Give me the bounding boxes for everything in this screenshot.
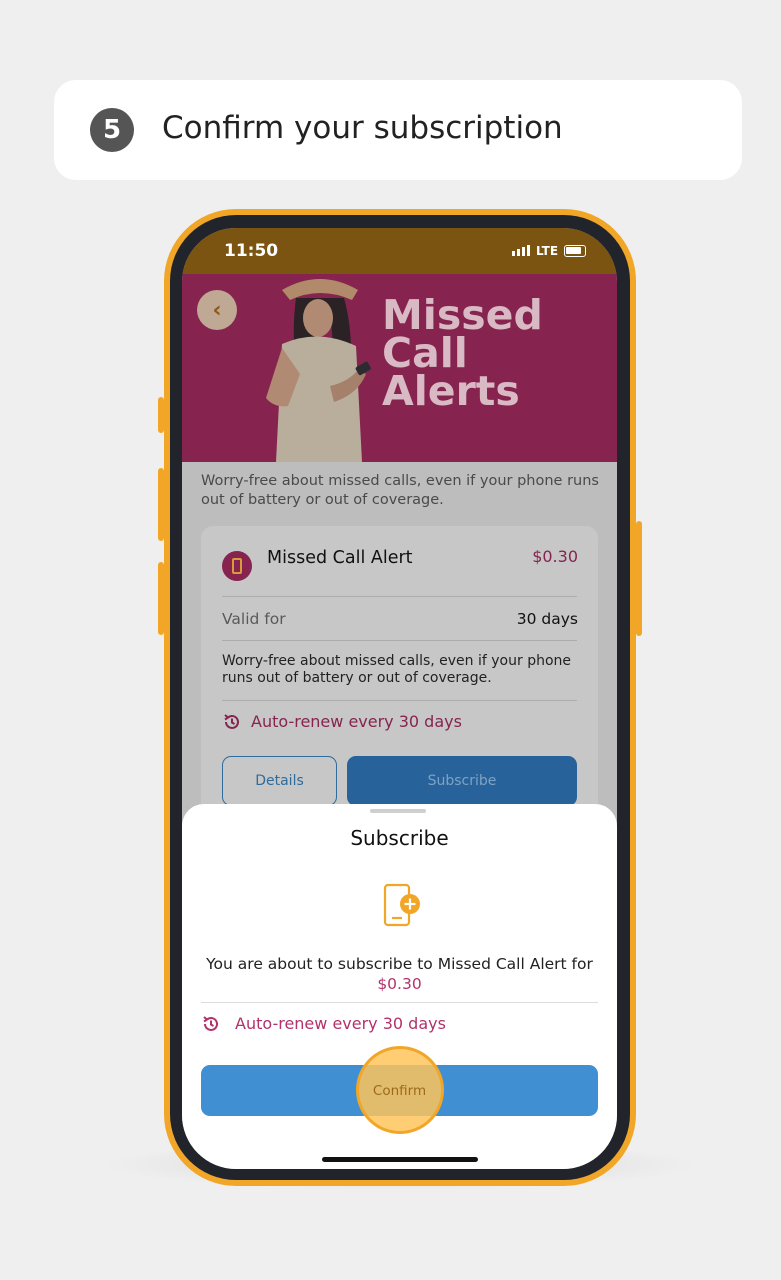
status-bar: 11:50 LTE: [182, 228, 617, 274]
valid-value: 30 days: [516, 610, 578, 628]
back-button[interactable]: ‹: [197, 290, 237, 330]
plan-description: Worry-free about missed calls, even if y…: [222, 653, 572, 686]
subscribe-price: $0.30: [377, 975, 422, 993]
sheet-auto-renew-text: Auto-renew every 30 days: [235, 1014, 446, 1033]
phone-screen: 11:50 LTE ‹ Missed Call Alerts Worry-fre…: [182, 228, 617, 1169]
home-indicator[interactable]: [322, 1157, 478, 1162]
banner-title-line-3: Alerts: [382, 367, 520, 415]
history-icon: [203, 1016, 218, 1031]
chevron-left-icon: ‹: [212, 297, 222, 323]
divider: [222, 596, 577, 597]
subscribe-message: You are about to subscribe to Missed Cal…: [182, 954, 617, 994]
subscribe-bottom-sheet: Subscribe You are about to subscribe to …: [182, 804, 617, 1169]
signal-icon: [512, 245, 530, 256]
page-description: Worry-free about missed calls, even if y…: [201, 473, 599, 508]
status-time: 11:50: [224, 241, 279, 261]
step-title: Confirm your subscription: [162, 110, 563, 146]
add-phone-icon: [383, 883, 420, 927]
subscribe-button[interactable]: Subscribe: [347, 756, 577, 806]
woman-with-phone-image: [266, 279, 371, 462]
subscribe-message-text: You are about to subscribe to Missed Cal…: [206, 955, 593, 973]
plan-card: Missed Call Alert $0.30 Valid for 30 day…: [201, 526, 598, 826]
hero-banner: ‹ Missed Call Alerts: [182, 274, 617, 462]
phone-alert-icon: [222, 551, 252, 581]
banner-title: Missed Call Alerts: [382, 295, 602, 415]
sheet-title: Subscribe: [350, 826, 449, 850]
divider: [222, 700, 577, 701]
divider: [201, 1002, 598, 1003]
history-icon: [224, 714, 239, 729]
plan-name: Missed Call Alert: [267, 548, 413, 568]
auto-renew-text: Auto-renew every 30 days: [251, 712, 462, 731]
divider: [222, 640, 577, 641]
valid-label: Valid for: [222, 610, 286, 628]
network-label: LTE: [536, 244, 559, 258]
battery-icon: [564, 245, 586, 257]
plan-price: $0.30: [532, 547, 578, 566]
details-button[interactable]: Details: [222, 756, 337, 806]
sheet-grabber[interactable]: [370, 809, 426, 813]
confirm-button-label[interactable]: Confirm: [201, 1065, 598, 1116]
power-button: [636, 521, 642, 636]
step-number-badge: 5: [90, 108, 134, 152]
